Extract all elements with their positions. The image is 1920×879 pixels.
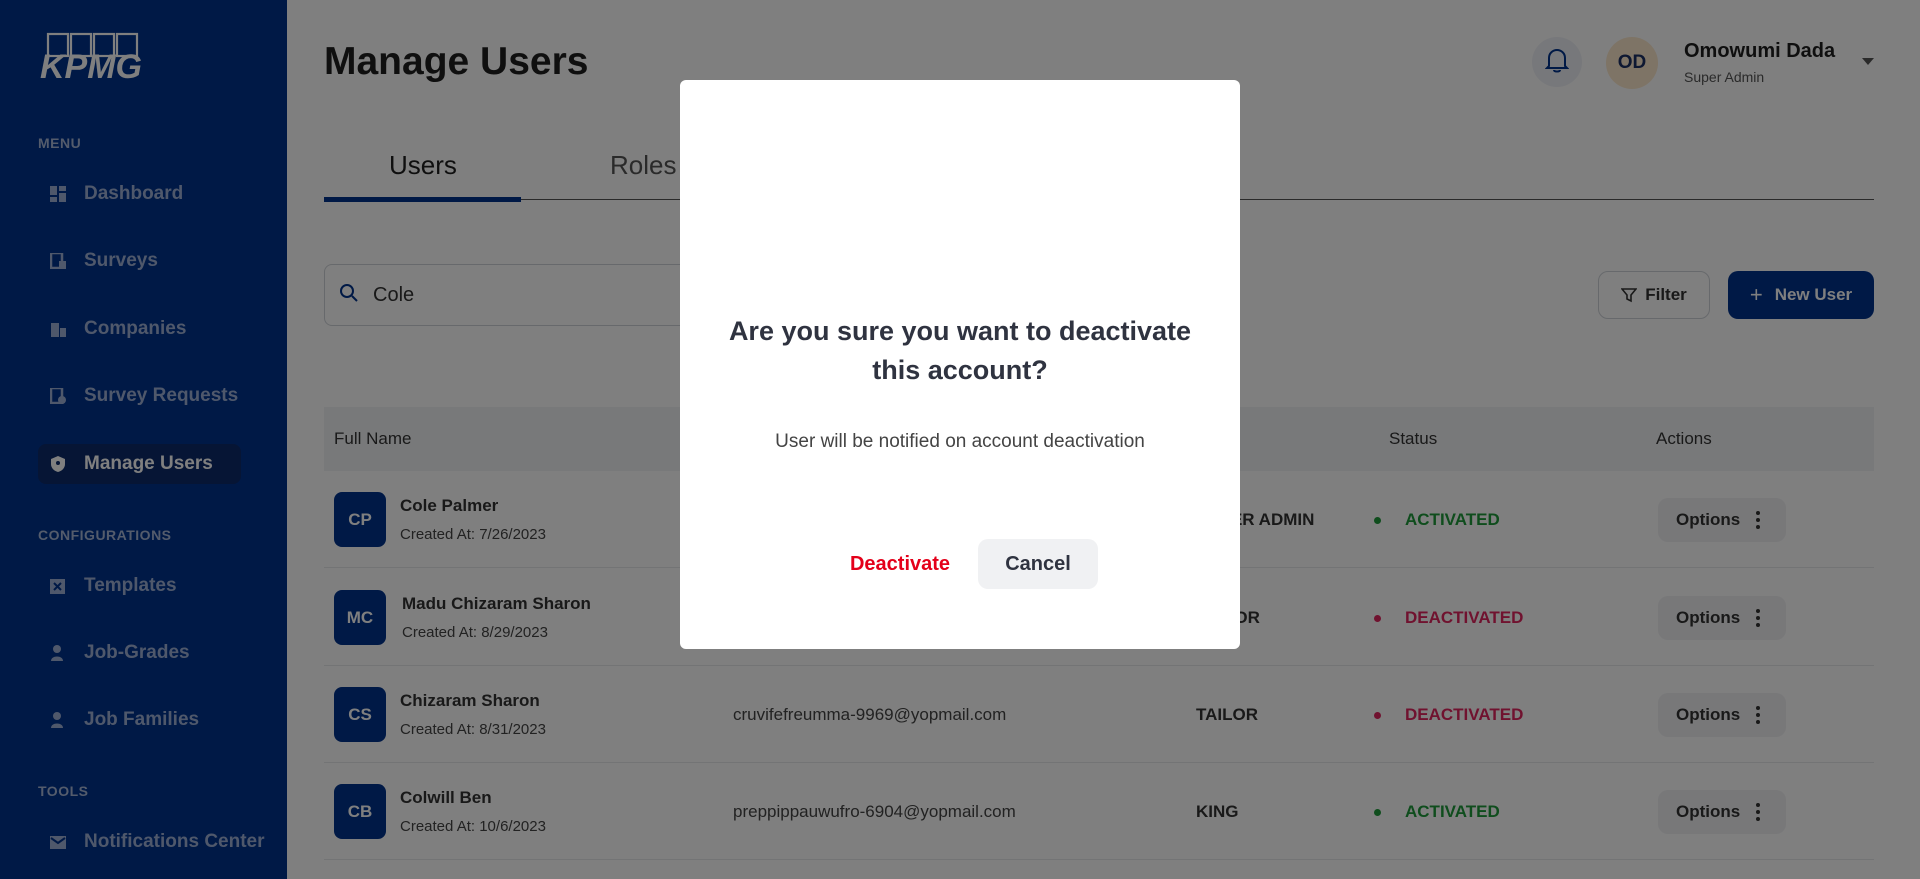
dialog-title: Are you sure you want to deactivate this… (728, 316, 1192, 385)
deactivate-button[interactable]: Deactivate (840, 539, 960, 589)
deactivate-confirmation-dialog: Are you sure you want to deactivate this… (680, 80, 1240, 649)
cancel-button[interactable]: Cancel (978, 539, 1098, 589)
dialog-message: User will be notified on account deactiv… (775, 431, 1145, 452)
